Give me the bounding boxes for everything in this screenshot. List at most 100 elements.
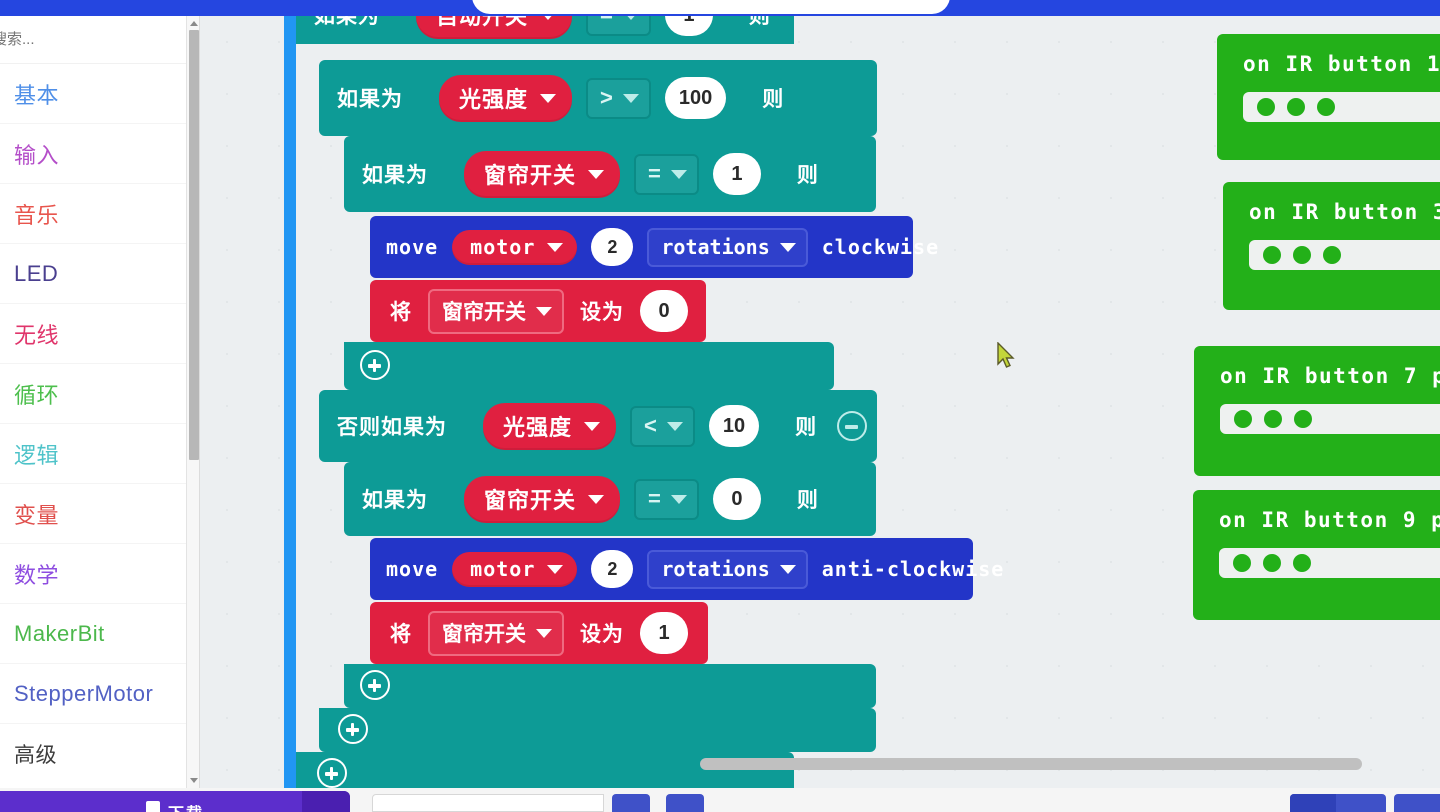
workspace-horizontal-scrollbar[interactable] [700, 758, 1362, 770]
number-field[interactable]: 0 [640, 290, 688, 332]
add-condition-icon[interactable] [360, 350, 390, 380]
if-block-light-gt[interactable]: 如果为 光强度 > 100 则 [319, 60, 877, 136]
search-input[interactable] [0, 31, 186, 48]
sidebar-item-循环[interactable]: 循环 [0, 364, 186, 424]
variable-reporter[interactable]: 窗帘开关 [464, 150, 621, 198]
chevron-down-icon[interactable] [779, 565, 796, 574]
chevron-down-icon[interactable] [536, 307, 552, 316]
sidebar-item-输入[interactable]: 输入 [0, 124, 186, 184]
undo-redo-button-group[interactable] [1290, 794, 1386, 812]
toolbox-search-row[interactable] [0, 16, 186, 64]
scroll-up-arrow-icon[interactable] [190, 21, 198, 26]
remove-condition-icon[interactable] [837, 411, 868, 441]
chevron-down-icon[interactable] [547, 565, 564, 574]
operator-dropdown[interactable]: < [630, 405, 695, 447]
boolean-condition-outer[interactable]: 自动开关 = 1 [394, 16, 735, 42]
chevron-down-icon[interactable] [588, 170, 605, 179]
download-button[interactable]: 下载 [0, 791, 350, 812]
rotation-amount-field[interactable]: 2 [591, 550, 634, 588]
if-block-curtain-eq-1[interactable]: 如果为 窗帘开关 = 1 则 [344, 136, 876, 212]
number-field[interactable]: 1 [640, 612, 688, 654]
boolean-condition-curtain-1[interactable]: 窗帘开关 = 1 [442, 148, 783, 201]
variable-dropdown[interactable]: 窗帘开关 [428, 610, 564, 656]
event-block-ir-9[interactable]: on IR button 9 pressed [1193, 490, 1440, 620]
scroll-down-arrow-icon[interactable] [190, 778, 198, 783]
project-name-input[interactable] [372, 794, 604, 812]
chevron-down-icon[interactable] [622, 94, 639, 103]
chevron-down-icon[interactable] [670, 170, 687, 179]
add-condition-icon[interactable] [338, 714, 368, 744]
unit-dropdown[interactable]: rotations [647, 227, 808, 267]
collapsed-slot[interactable] [1243, 92, 1440, 122]
sidebar-item-StepperMotor[interactable]: StepperMotor [0, 664, 186, 724]
operator-dropdown[interactable]: = [634, 478, 699, 520]
number-field[interactable]: 0 [712, 478, 761, 520]
collapsed-slot[interactable] [1219, 548, 1440, 578]
toolbox-scrollbar[interactable] [186, 16, 200, 788]
event-block-ir-1[interactable]: on IR button 1 pressed [1217, 34, 1440, 160]
chevron-down-icon[interactable] [547, 243, 564, 252]
variable-reporter[interactable]: 窗帘开关 [464, 475, 621, 523]
toolbox-scrollbar-thumb[interactable] [189, 30, 199, 460]
event-block-ir-7[interactable]: on IR button 7 pressed [1194, 346, 1440, 476]
blocks-workspace[interactable]: 如果为 自动开关 = 1 则 如果为 光强度 [201, 16, 1440, 788]
zoom-button[interactable] [1394, 794, 1440, 812]
number-field[interactable]: 1 [664, 16, 713, 36]
chevron-down-icon[interactable] [622, 16, 639, 20]
chevron-down-icon[interactable] [588, 495, 605, 504]
sidebar-item-MakerBit[interactable]: MakerBit [0, 604, 186, 664]
chevron-down-icon[interactable] [584, 422, 601, 431]
help-button[interactable] [666, 794, 704, 812]
if-block-curtain-1-footer[interactable] [344, 342, 834, 390]
set-curtain-0-block[interactable]: 将 窗帘开关 设为 0 [370, 280, 706, 342]
sidebar-item-高级[interactable]: 高级 [0, 724, 186, 784]
elseif-block-light-lt[interactable]: 否则如果为 光强度 < 10 则 [319, 390, 877, 462]
sidebar-item-基本[interactable]: 基本 [0, 64, 186, 124]
sidebar-item-LED[interactable]: LED [0, 244, 186, 304]
move-motor-clockwise-block[interactable]: move motor 2 rotations clockwise [370, 216, 938, 278]
add-condition-icon[interactable] [360, 670, 390, 700]
collapsed-slot[interactable] [1249, 240, 1440, 270]
sidebar-item-逻辑[interactable]: 逻辑 [0, 424, 186, 484]
unit-label: rotations [661, 234, 770, 259]
save-button[interactable] [612, 794, 650, 812]
boolean-condition-light-gt[interactable]: 光强度 > 100 [417, 72, 748, 125]
chevron-down-icon[interactable] [670, 495, 687, 504]
motor-target-dropdown[interactable]: motor [452, 551, 578, 587]
number-field[interactable]: 100 [664, 77, 727, 119]
boolean-condition-curtain-0[interactable]: 窗帘开关 = 0 [442, 473, 783, 526]
undo-button[interactable] [1290, 794, 1336, 812]
variable-reporter[interactable]: 自动开关 [416, 16, 573, 39]
add-condition-icon[interactable] [317, 758, 347, 788]
chevron-down-icon[interactable] [540, 94, 557, 103]
operator-dropdown[interactable]: > [586, 77, 651, 119]
sidebar-item-音乐[interactable]: 音乐 [0, 184, 186, 244]
if-block-outer[interactable]: 如果为 自动开关 = 1 则 [296, 16, 794, 44]
chevron-down-icon[interactable] [536, 629, 552, 638]
download-button-dropdown[interactable] [302, 791, 350, 812]
sidebar-item-无线[interactable]: 无线 [0, 304, 186, 364]
variable-dropdown[interactable]: 窗帘开关 [428, 288, 564, 334]
rotation-amount-field[interactable]: 2 [591, 228, 634, 266]
chevron-down-icon[interactable] [540, 16, 557, 20]
number-field[interactable]: 10 [708, 405, 760, 447]
chevron-down-icon[interactable] [666, 422, 683, 431]
if-block-curtain-eq-0[interactable]: 如果为 窗帘开关 = 0 则 [344, 462, 876, 536]
set-curtain-1-block[interactable]: 将 窗帘开关 设为 1 [370, 602, 708, 664]
variable-reporter[interactable]: 光强度 [439, 74, 573, 122]
sidebar-item-数学[interactable]: 数学 [0, 544, 186, 604]
operator-dropdown[interactable]: = [634, 153, 699, 195]
operator-dropdown[interactable]: = [586, 16, 651, 36]
motor-target-dropdown[interactable]: motor [452, 229, 578, 265]
chevron-down-icon[interactable] [779, 243, 796, 252]
boolean-condition-light-lt[interactable]: 光强度 < 10 [461, 400, 781, 453]
unit-dropdown[interactable]: rotations [647, 549, 808, 589]
event-block-ir-3[interactable]: on IR button 3 pressed [1223, 182, 1440, 310]
number-field[interactable]: 1 [712, 153, 761, 195]
sidebar-item-变量[interactable]: 变量 [0, 484, 186, 544]
collapsed-slot[interactable] [1220, 404, 1440, 434]
if-block-curtain-0-footer[interactable] [344, 664, 876, 708]
elseif-block-footer[interactable] [319, 708, 876, 752]
move-motor-anticlockwise-block[interactable]: move motor 2 rotations anti-clockwise [370, 538, 1003, 600]
variable-reporter[interactable]: 光强度 [483, 402, 617, 450]
